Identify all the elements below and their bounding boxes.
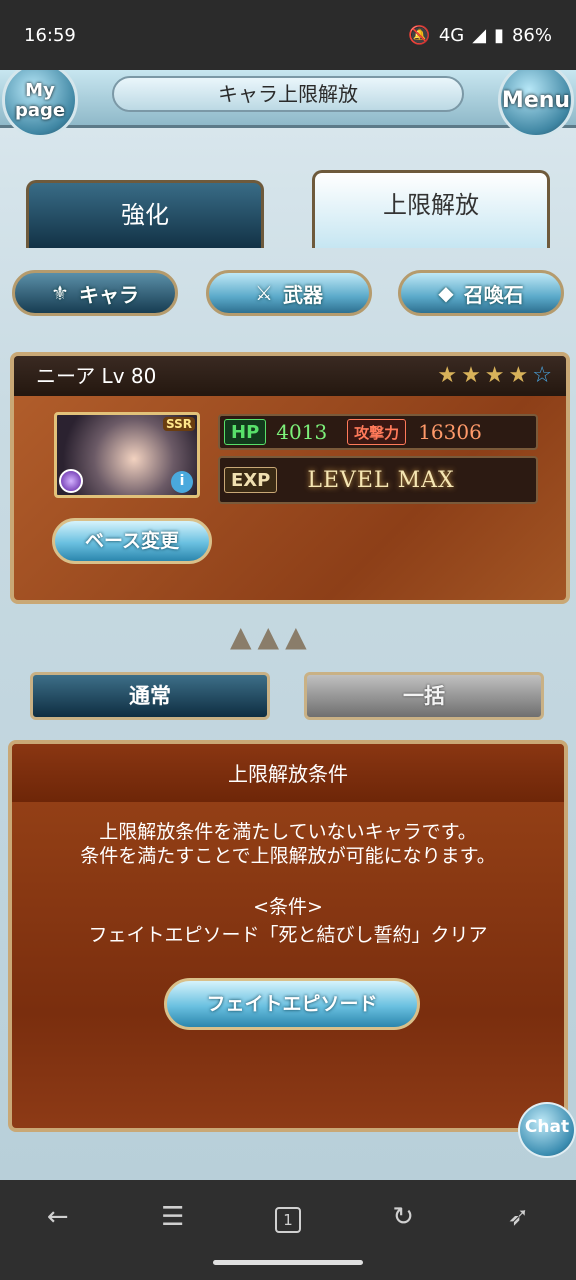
star-filled-icon: ★	[437, 363, 458, 388]
triangle-icon: ▲	[257, 620, 280, 653]
exp-label: EXP	[224, 467, 278, 493]
mute-icon: 🔕	[408, 24, 431, 46]
reload-icon[interactable]: ↻	[378, 1202, 428, 1232]
browser-nav-bar: ← ☰ 1 ↻ ➶	[0, 1180, 576, 1280]
character-panel: ニーア Lv 80 ★ ★ ★ ★ ☆ SSR i HP 4013 攻撃力 16…	[10, 352, 570, 604]
stats-row: HP 4013 攻撃力 16306	[218, 414, 538, 450]
character-header: ニーア Lv 80 ★ ★ ★ ★ ☆	[14, 356, 566, 396]
tab-limit-break[interactable]: 上限解放	[312, 170, 550, 248]
character-name-level: ニーア Lv 80	[36, 364, 157, 388]
mode-normal-button[interactable]: 通常	[30, 672, 270, 720]
uncap-indicator: ▲ ▲ ▲	[230, 620, 307, 653]
character-portrait[interactable]: SSR i	[54, 412, 200, 498]
battery-icon: ▮	[494, 24, 504, 46]
conditions-title: 上限解放条件	[12, 744, 564, 802]
game-screen: キャラ上限解放 My page Menu 強化 上限解放 ⚜ キャラ ⚔ 武器 …	[0, 70, 576, 1180]
back-icon[interactable]: ←	[33, 1202, 83, 1232]
header-bar: キャラ上限解放	[0, 70, 576, 128]
conditions-message: 上限解放条件を満たしていないキャラです。 条件を満たすことで上限解放が可能になり…	[12, 820, 564, 868]
triangle-icon: ▲	[230, 620, 252, 653]
rarity-stars: ★ ★ ★ ★ ☆	[437, 364, 552, 388]
hp-label: HP	[224, 419, 267, 445]
fate-episode-button[interactable]: フェイトエピソード	[164, 978, 420, 1030]
attack-value: 16306	[418, 420, 482, 444]
hp-value: 4013	[276, 420, 328, 444]
star-filled-icon: ★	[508, 363, 529, 388]
conditions-detail: フェイトエピソード「死と結びし誓約」クリア	[88, 924, 488, 946]
crystal-icon: ◆	[438, 281, 454, 305]
chara-icon: ⚜	[51, 281, 69, 305]
battery-level: 86%	[511, 24, 552, 46]
status-icons: 🔕 4G ◢ ▮ 86%	[408, 25, 552, 46]
category-chara-button[interactable]: ⚜ キャラ	[12, 270, 178, 316]
mode-bulk-button[interactable]: 一括	[304, 672, 544, 720]
info-icon[interactable]: i	[171, 471, 193, 493]
page-title: キャラ上限解放	[112, 76, 464, 112]
conditions-heading: <条件>	[253, 896, 323, 918]
category-weapon-button[interactable]: ⚔ 武器	[206, 270, 372, 316]
clock: 16:59	[24, 24, 76, 46]
star-filled-icon: ★	[461, 363, 481, 388]
conditions-line-2: 条件を満たすことで上限解放が可能になります。	[80, 845, 496, 867]
tab-enhance[interactable]: 強化	[26, 180, 264, 248]
conditions-line-1: 上限解放条件を満たしていないキャラです。	[99, 821, 477, 843]
attack-label: 攻撃力	[347, 419, 407, 445]
category-label: キャラ	[78, 282, 139, 307]
sword-icon: ⚔	[255, 281, 273, 305]
rocket-icon[interactable]: ➶	[493, 1202, 543, 1232]
category-label: 召喚石	[463, 282, 524, 307]
star-empty-icon: ☆	[532, 363, 552, 388]
network-label: 4G	[438, 24, 465, 46]
rarity-badge: SSR	[163, 417, 195, 431]
tab-bar: 強化 上限解放	[0, 170, 576, 248]
base-change-button[interactable]: ベース変更	[52, 518, 212, 564]
category-label: 武器	[282, 282, 323, 307]
signal-icon: ◢	[472, 24, 487, 46]
chat-button[interactable]: Chat	[518, 1102, 576, 1158]
tab-count: 1	[274, 1207, 301, 1233]
triangle-icon: ▲	[285, 620, 307, 653]
status-bar: 16:59 🔕 4G ◢ ▮ 86%	[0, 0, 576, 70]
menu-lines-icon[interactable]: ☰	[148, 1202, 198, 1232]
conditions-panel: 上限解放条件 上限解放条件を満たしていないキャラです。 条件を満たすことで上限解…	[8, 740, 568, 1132]
level-max-text: LEVEL MAX	[307, 467, 455, 493]
exp-row: EXP LEVEL MAX	[218, 456, 538, 504]
dark-element-icon	[59, 469, 83, 493]
home-indicator	[213, 1260, 363, 1265]
star-filled-icon: ★	[484, 363, 505, 388]
category-summon-button[interactable]: ◆ 召喚石	[398, 270, 564, 316]
tabs-icon[interactable]: 1	[263, 1202, 313, 1233]
